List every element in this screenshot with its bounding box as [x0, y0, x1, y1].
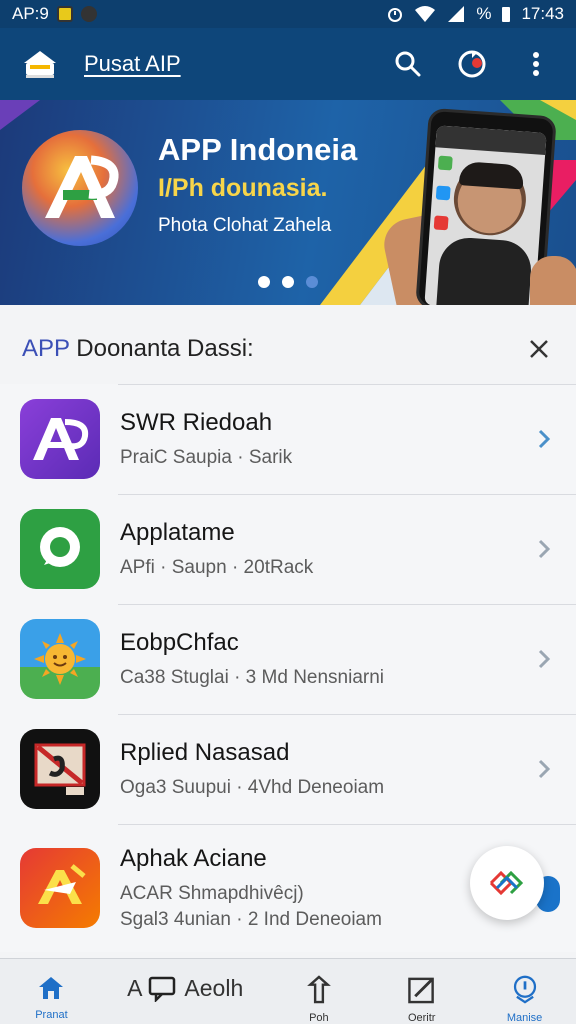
nav-manage[interactable]: Manise	[473, 959, 576, 1024]
close-button[interactable]	[524, 334, 554, 364]
status-bar: AP:9 % 17:43	[0, 0, 576, 28]
chevron-right-icon	[532, 427, 556, 451]
search-icon	[395, 51, 421, 77]
list-item[interactable]: EobpChfac Ca38 Stuglai · 3 Md Nensniarni	[0, 604, 576, 714]
floating-action-button[interactable]	[470, 846, 544, 920]
chevron-right-icon	[532, 537, 556, 561]
nav-edit-label: Oeritr	[407, 1012, 436, 1024]
chevron-right-icon	[532, 757, 556, 781]
nav-share-label: Poh	[309, 1012, 329, 1024]
nav-chat[interactable]: A Aeolh	[103, 953, 268, 1024]
app-logo-icon	[22, 130, 138, 246]
app-title: Applatame	[120, 519, 235, 546]
refresh-button[interactable]	[452, 44, 492, 84]
banner-title: APP Indoneia	[158, 132, 358, 167]
chat-icon	[149, 976, 176, 1002]
carrier-label: AP:9	[12, 4, 49, 23]
store-logo-icon[interactable]	[20, 44, 60, 84]
app-title: SWR Riedoah	[120, 409, 273, 436]
clock: 17:43	[521, 4, 564, 23]
more-vert-icon	[533, 52, 539, 76]
edit-icon	[407, 977, 434, 1004]
app-subtitle: Ca38 Stuglai · 3 Md Nensniarni	[120, 667, 385, 688]
wifi-icon	[415, 6, 436, 22]
nav-home[interactable]: Pranat	[0, 959, 103, 1024]
list-title: APP Doonanta Dassi:	[22, 335, 254, 362]
app-subtitle: Oga3 Suupui · 4Vhd Deneoiam	[120, 777, 385, 798]
app-sun-icon	[20, 619, 100, 699]
banner-subtitle: I/Ph dounasia.	[158, 174, 328, 202]
page-title: Pusat AIP	[84, 51, 181, 76]
app-ap-icon	[20, 399, 100, 479]
app-subtitle: PraiC Saupia · Sarik	[120, 447, 293, 468]
list-item[interactable]: Applatame APfi · Saupn · 20tRack	[0, 494, 576, 604]
app-title: Rplied Nasasad	[120, 739, 290, 766]
list-item[interactable]: Rplied Nasasad Oga3 Suupui · 4Vhd Deneoi…	[0, 714, 576, 824]
carousel-dot[interactable]	[306, 276, 318, 288]
app-no-sign-icon	[20, 729, 100, 809]
list-header: APP Doonanta Dassi:	[0, 314, 576, 384]
notification-icon	[56, 6, 73, 22]
search-button[interactable]	[388, 44, 428, 84]
nav-chat-label: Aeolh	[184, 975, 244, 1001]
banner-tagline: Phota Clohat Zahela	[158, 215, 332, 236]
battery-icon	[502, 7, 511, 22]
app-chat-bubble-icon	[20, 509, 100, 589]
carousel-dot[interactable]	[282, 276, 294, 288]
more-options-button[interactable]	[516, 44, 556, 84]
nav-share[interactable]: Poh	[267, 959, 370, 1024]
nav-home-label: Pranat	[35, 1009, 68, 1021]
battery-label: %	[476, 4, 492, 23]
shield-icon	[513, 975, 536, 1004]
nav-chat-prefix: A	[127, 975, 143, 1001]
bottom-nav: Pranat A Aeolh Poh Oeritr Manise	[0, 958, 576, 1024]
promo-banner[interactable]: APP Indoneia I/Ph dounasia. Phota Clohat…	[0, 100, 576, 305]
avatar-notification-icon	[80, 6, 97, 22]
carousel-indicator	[258, 276, 318, 288]
alarm-icon	[388, 8, 403, 22]
list-item[interactable]: SWR Riedoah PraiC Saupia · Sarik	[0, 384, 576, 494]
carousel-dot[interactable]	[258, 276, 270, 288]
close-icon	[530, 340, 548, 358]
app-subtitle: APfi · Saupn · 20tRack	[120, 557, 314, 578]
refresh-icon	[458, 50, 486, 78]
app-graffiti-icon	[20, 848, 100, 928]
diamond-logo-icon	[489, 870, 524, 896]
nav-edit[interactable]: Oeritr	[370, 959, 473, 1024]
app-title: EobpChfac	[120, 629, 239, 656]
signal-icon	[448, 6, 465, 22]
hand-illustration-right	[530, 256, 576, 305]
chevron-right-icon	[532, 647, 556, 671]
home-icon	[39, 977, 64, 999]
app-bar: Pusat AIP	[0, 28, 576, 100]
share-icon	[306, 975, 331, 1004]
nav-manage-label: Manise	[506, 1012, 543, 1024]
